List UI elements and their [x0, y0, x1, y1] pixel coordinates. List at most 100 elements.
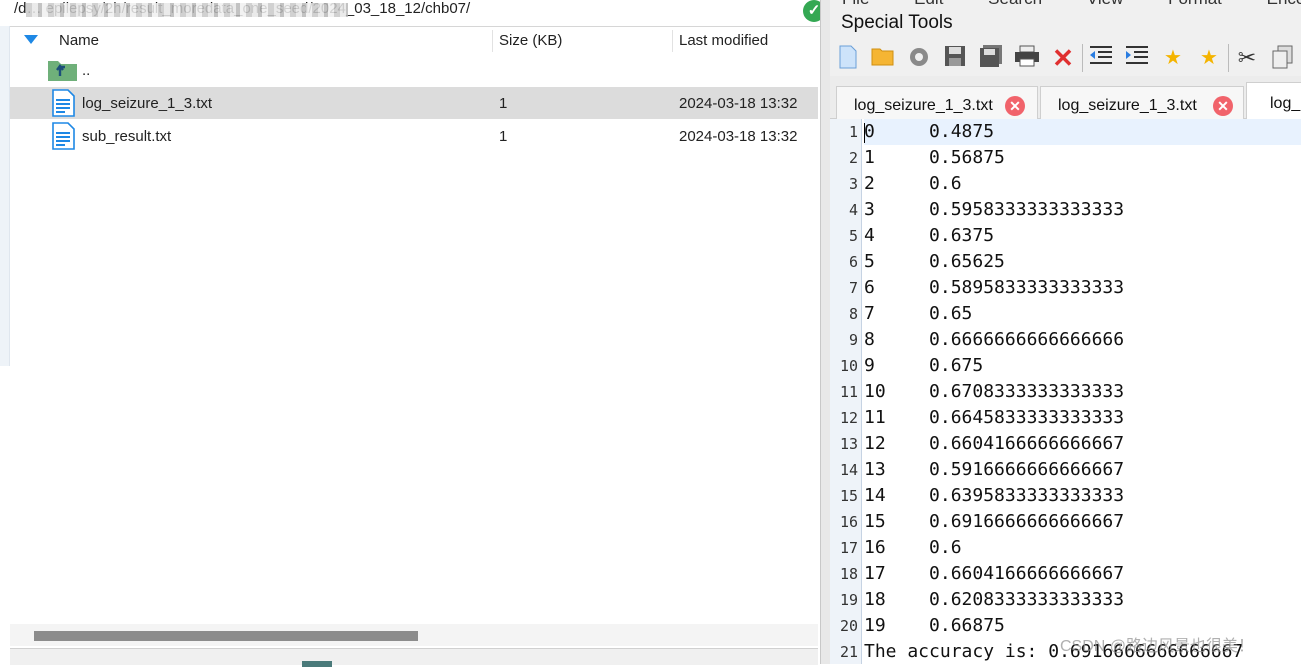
column-separator[interactable]	[492, 30, 493, 52]
editor-line[interactable]: 14 0.6395833333333333	[864, 483, 1301, 509]
menu-encoding[interactable]: Encod	[1267, 0, 1301, 8]
sort-desc-icon[interactable]	[24, 35, 38, 44]
left-edge-strip	[0, 26, 10, 366]
menu-file[interactable]: File	[842, 0, 869, 8]
editor-line[interactable]: 0 0.4875	[864, 119, 1301, 145]
text-file-icon	[52, 122, 75, 150]
text-editor-area[interactable]: 1 2 3 4 5 6 7 8 9 10 11 12 13 14 15 16 17 18 19 20 21 0 0.48…	[830, 119, 1301, 664]
column-separator[interactable]	[672, 30, 673, 52]
save-icon[interactable]	[942, 45, 968, 71]
file-row[interactable]: log_seizure_1_3.txt 1 2024-03-18 13:32	[10, 87, 818, 119]
tab-log-seizure-1[interactable]: log_seizure_1_3.txt ✕	[836, 86, 1038, 119]
parent-folder-label: ..	[82, 62, 91, 79]
parent-folder-row[interactable]: ..	[10, 56, 818, 88]
tab-active[interactable]: log_	[1246, 82, 1301, 119]
editor-line[interactable]: 17 0.6604166666666667	[864, 561, 1301, 587]
menu-edit[interactable]: Edit	[914, 0, 943, 8]
line-number: 6	[848, 253, 858, 271]
cut-icon[interactable]: ✂	[1234, 45, 1260, 71]
close-tab-icon[interactable]: ✕	[1005, 96, 1025, 116]
file-name: sub_result.txt	[82, 128, 172, 145]
editor-line[interactable]: 12 0.6604166666666667	[864, 431, 1301, 457]
editor-line[interactable]: 5 0.65625	[864, 249, 1301, 275]
menu-bar: File Edit Search View Format Encod Speci…	[830, 0, 1301, 40]
line-number: 11	[839, 383, 858, 401]
file-name: log_seizure_1_3.txt	[82, 95, 213, 112]
editor-line[interactable]: 8 0.6666666666666666	[864, 327, 1301, 353]
editor-line[interactable]: 9 0.675	[864, 353, 1301, 379]
menu-items-partial: File Edit Search View Format Encod	[842, 0, 1301, 9]
outdent-icon[interactable]	[1088, 45, 1114, 71]
menu-view[interactable]: View	[1087, 0, 1124, 8]
file-row[interactable]: sub_result.txt 1 2024-03-18 13:32	[10, 120, 818, 152]
line-number: 20	[839, 617, 858, 635]
open-folder-icon[interactable]	[870, 45, 896, 71]
line-number: 13	[839, 435, 858, 453]
line-number: 7	[848, 279, 858, 297]
toolbar-separator	[1082, 44, 1083, 72]
column-header-size[interactable]: Size (KB)	[499, 32, 562, 49]
line-number: 19	[839, 591, 858, 609]
column-header-modified[interactable]: Last modified	[679, 32, 768, 49]
bottom-toolbar-icon[interactable]	[302, 661, 332, 667]
save-all-icon[interactable]	[978, 45, 1004, 71]
line-number: 3	[848, 175, 858, 193]
tab-bar: log_seizure_1_3.txt ✕ log_seizure_1_3.tx…	[830, 76, 1301, 119]
line-number: 2	[848, 149, 858, 167]
toolbar-separator	[1228, 44, 1229, 72]
line-number: 21	[839, 643, 858, 661]
bottom-strip	[10, 648, 818, 667]
editor-toolbar: ✕ ★ ★ ✂	[830, 40, 1301, 77]
indent-icon[interactable]	[1124, 45, 1150, 71]
tab-log-seizure-2[interactable]: log_seizure_1_3.txt ✕	[1040, 86, 1244, 119]
line-number: 16	[839, 513, 858, 531]
line-number: 12	[839, 409, 858, 427]
print-icon[interactable]	[1014, 45, 1040, 71]
editor-line[interactable]: 7 0.65	[864, 301, 1301, 327]
editor-line[interactable]: 2 0.6	[864, 171, 1301, 197]
editor-line[interactable]: 11 0.6645833333333333	[864, 405, 1301, 431]
line-number: 1	[848, 123, 858, 141]
editor-panel: File Edit Search View Format Encod Speci…	[830, 0, 1301, 664]
column-header-name[interactable]: Name	[59, 32, 99, 49]
line-number: 14	[839, 461, 858, 479]
line-number: 8	[848, 305, 858, 323]
bookmark-next-icon[interactable]: ★	[1196, 45, 1222, 71]
editor-line[interactable]: 15 0.6916666666666667	[864, 509, 1301, 535]
editor-line[interactable]: 1 0.56875	[864, 145, 1301, 171]
line-number: 5	[848, 227, 858, 245]
menu-special-tools[interactable]: Special Tools	[841, 12, 953, 34]
horizontal-scrollbar[interactable]	[10, 624, 818, 646]
file-browser-panel: /d… epilepsy/2h/result_moredata_one_seed…	[0, 0, 825, 667]
editor-line[interactable]: 4 0.6375	[864, 223, 1301, 249]
text-caret	[864, 123, 865, 143]
line-number: 17	[839, 539, 858, 557]
file-modified: 2024-03-18 13:32	[679, 95, 798, 112]
parent-folder-icon	[48, 61, 77, 81]
reload-icon[interactable]	[906, 45, 932, 71]
line-number-gutter: 1 2 3 4 5 6 7 8 9 10 11 12 13 14 15 16 17 18 19 20 21	[830, 119, 862, 664]
scrollbar-thumb[interactable]	[34, 631, 418, 641]
editor-line[interactable]: 3 0.5958333333333333	[864, 197, 1301, 223]
editor-line[interactable]: 6 0.5895833333333333	[864, 275, 1301, 301]
close-icon[interactable]: ✕	[1050, 45, 1076, 71]
line-number: 18	[839, 565, 858, 583]
line-number: 4	[848, 201, 858, 219]
file-size: 1	[499, 128, 508, 145]
bookmark-star-icon[interactable]: ★	[1160, 45, 1186, 71]
tab-label: log_seizure_1_3.txt	[854, 97, 993, 114]
watermark: CSDN @路边风景也很美！	[1060, 638, 1255, 655]
editor-line[interactable]: 10 0.6708333333333333	[864, 379, 1301, 405]
tab-label: log_	[1270, 95, 1301, 112]
editor-line[interactable]: 18 0.6208333333333333	[864, 587, 1301, 613]
editor-line[interactable]: 13 0.5916666666666667	[864, 457, 1301, 483]
close-tab-icon[interactable]: ✕	[1213, 96, 1233, 116]
copy-icon[interactable]	[1270, 45, 1296, 71]
line-number: 9	[848, 331, 858, 349]
editor-line[interactable]: 16 0.6	[864, 535, 1301, 561]
tab-label: log_seizure_1_3.txt	[1058, 97, 1197, 114]
path-bar[interactable]: /d… epilepsy/2h/result_moredata_one_seed…	[10, 0, 825, 27]
menu-search[interactable]: Search	[988, 0, 1042, 8]
menu-format[interactable]: Format	[1168, 0, 1222, 8]
new-file-icon[interactable]	[835, 45, 861, 71]
